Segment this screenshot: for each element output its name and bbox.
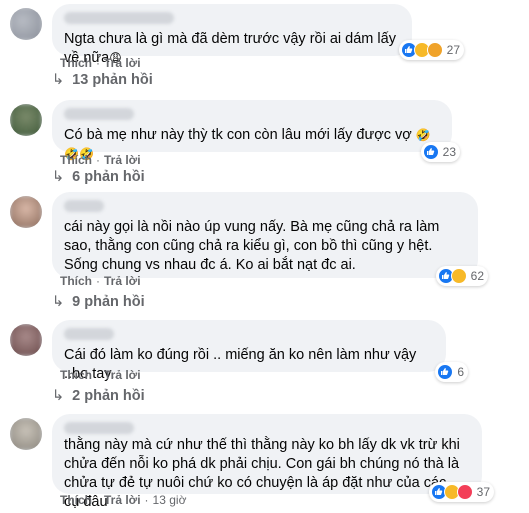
separator: · (96, 274, 100, 288)
sad-icon (426, 42, 443, 58)
like-button[interactable]: Thích (60, 153, 92, 167)
reaction-count: 6 (457, 365, 464, 379)
comment-bubble: cái này gọi là nồi nào úp vung nấy. Bà m… (52, 192, 488, 286)
comment-bubble: thằng này mà cứ như thế thì thằng này ko… (52, 414, 494, 510)
view-replies-link[interactable]: ↳ 2 phản hồi (52, 388, 145, 404)
comment-timestamp[interactable]: 13 giờ (153, 493, 187, 507)
reaction-summary[interactable]: 27 (398, 40, 464, 60)
view-replies-link[interactable]: ↳ 9 phản hồi (52, 294, 145, 310)
like-button[interactable]: Thích (60, 493, 92, 507)
reaction-summary[interactable]: 6 (435, 362, 468, 382)
reply-button[interactable]: Trả lời (104, 493, 141, 507)
reply-button[interactable]: Trả lời (104, 274, 141, 288)
reply-arrow-icon: ↳ (52, 72, 65, 88)
replies-count: 9 phản hồi (72, 294, 145, 310)
separator: · (96, 493, 100, 507)
comment-actions: Thích · Trả lời (60, 153, 141, 167)
reply-arrow-icon: ↳ (52, 169, 65, 185)
love-icon (456, 484, 473, 500)
author-name[interactable] (64, 12, 174, 24)
like-icon (437, 364, 454, 380)
comment-text: Có bà mẹ như này thỳ tk con còn lâu mới … (64, 127, 412, 143)
view-replies-link[interactable]: ↳ 6 phản hồi (52, 169, 145, 185)
reaction-count: 27 (446, 43, 460, 57)
comment-actions: Thích · Trả lời (60, 56, 141, 70)
reaction-summary[interactable]: 37 (428, 482, 494, 502)
avatar[interactable] (10, 196, 42, 228)
comment-text: cái này gọi là nồi nào úp vung nấy. Bà m… (64, 219, 440, 273)
replies-count: 6 phản hồi (72, 169, 145, 185)
separator: · (144, 493, 149, 507)
reply-arrow-icon: ↳ (52, 388, 65, 404)
comment-bubble: Cái đó làm ko đúng rồi .. miếng ăn ko nê… (52, 320, 468, 382)
reaction-count: 23 (442, 145, 456, 159)
comment-actions: Thích · Trả lời · 13 giờ (60, 493, 186, 507)
reaction-count: 62 (470, 269, 484, 283)
author-name[interactable] (64, 108, 134, 120)
comment-actions: Thích · Trả lời (60, 274, 141, 288)
avatar[interactable] (10, 8, 42, 40)
like-button[interactable]: Thích (60, 368, 92, 382)
view-replies-link[interactable]: ↳ 13 phản hồi (52, 72, 153, 88)
separator: · (96, 56, 100, 70)
reaction-count: 37 (476, 485, 490, 499)
reaction-summary[interactable]: 62 (435, 266, 488, 286)
author-name[interactable] (64, 200, 104, 212)
avatar[interactable] (10, 324, 42, 356)
reply-button[interactable]: Trả lời (104, 56, 141, 70)
separator: · (96, 368, 100, 382)
like-button[interactable]: Thích (60, 274, 92, 288)
reply-button[interactable]: Trả lời (104, 153, 141, 167)
replies-count: 13 phản hồi (72, 72, 153, 88)
like-button[interactable]: Thích (60, 56, 92, 70)
comment-actions: Thích · Trả lời (60, 368, 141, 382)
avatar[interactable] (10, 418, 42, 450)
reaction-summary[interactable]: 23 (420, 142, 460, 162)
haha-icon (450, 268, 467, 284)
replies-count: 2 phản hồi (72, 388, 145, 404)
reply-button[interactable]: Trả lời (104, 368, 141, 382)
separator: · (96, 153, 100, 167)
avatar[interactable] (10, 104, 42, 136)
reply-arrow-icon: ↳ (52, 294, 65, 310)
like-icon (422, 144, 439, 160)
comment-bubble: Ngta chưa là gì mà đã dèm trước vậy rồi … (52, 4, 464, 66)
author-name[interactable] (64, 422, 134, 434)
comment-bubble: Có bà mẹ như này thỳ tk con còn lâu mới … (52, 100, 460, 162)
author-name[interactable] (64, 328, 114, 340)
